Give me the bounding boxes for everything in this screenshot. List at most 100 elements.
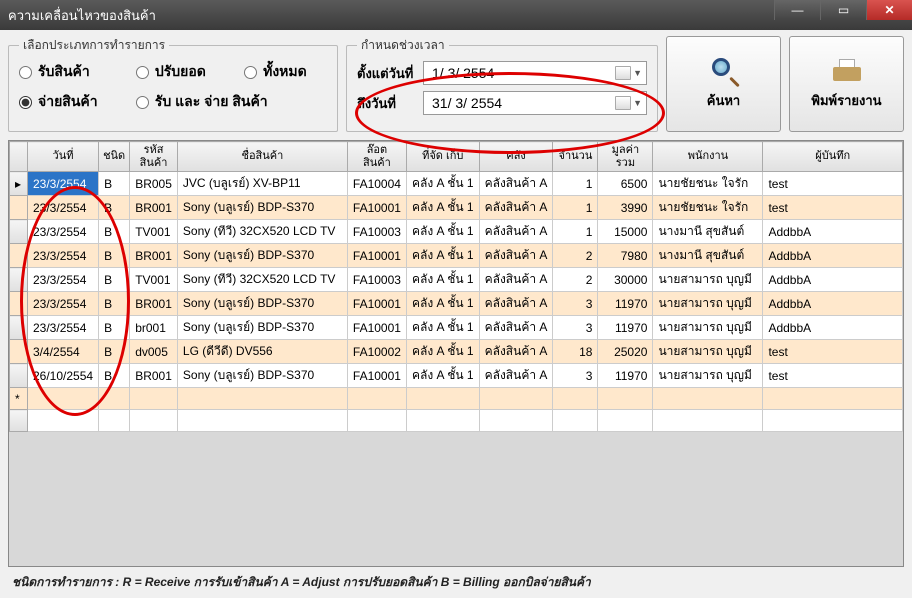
cell-qty[interactable]: 1 (553, 196, 598, 220)
cell-qty[interactable]: 3 (553, 364, 598, 388)
cell-lot[interactable]: FA10003 (347, 220, 406, 244)
col-qty[interactable]: จำนวน (553, 142, 598, 172)
table-row[interactable]: 3/4/2554Bdv005LG (ดีวีดี) DV556FA10002คล… (10, 340, 903, 364)
cell-user[interactable]: test (763, 196, 903, 220)
cell-date[interactable]: 23/3/2554 (28, 196, 99, 220)
cell-staff[interactable]: นายสามารถ บุญมี (653, 268, 763, 292)
search-button[interactable]: ค้นหา (666, 36, 781, 132)
cell-code[interactable]: BR001 (130, 364, 178, 388)
cell-type[interactable]: B (99, 244, 130, 268)
cell-qty[interactable]: 18 (553, 340, 598, 364)
cell-wh[interactable]: คลังสินค้า A (479, 244, 553, 268)
cell-lot[interactable]: FA10001 (347, 196, 406, 220)
cell-lot[interactable]: FA10002 (347, 340, 406, 364)
cell-shelf[interactable]: คลัง A ชั้น 1 (406, 268, 479, 292)
col-lot[interactable]: ล๊อต สินค้า (347, 142, 406, 172)
radio-adjust[interactable]: ปรับยอด (136, 61, 226, 83)
table-row[interactable]: 23/3/2554BBR001Sony (บลูเรย์) BDP-S370FA… (10, 244, 903, 268)
cell-wh[interactable]: คลังสินค้า A (479, 268, 553, 292)
radio-receive[interactable]: รับสินค้า (19, 61, 118, 83)
cell-date[interactable]: 23/3/2554 (28, 172, 99, 196)
cell-name[interactable]: Sony (ทีวี) 32CX520 LCD TV (177, 268, 347, 292)
maximize-button[interactable]: ▭ (820, 0, 866, 20)
cell-user[interactable]: AddbbA (763, 316, 903, 340)
cell-staff[interactable]: นายชัยชนะ ใจรัก (653, 196, 763, 220)
cell-wh[interactable]: คลังสินค้า A (479, 364, 553, 388)
cell-total[interactable]: 11970 (598, 364, 653, 388)
cell-shelf[interactable]: คลัง A ชั้น 1 (406, 316, 479, 340)
cell-total[interactable]: 7980 (598, 244, 653, 268)
cell-wh[interactable]: คลังสินค้า A (479, 196, 553, 220)
cell-lot[interactable]: FA10001 (347, 244, 406, 268)
cell-lot[interactable]: FA10003 (347, 268, 406, 292)
cell-total[interactable]: 11970 (598, 292, 653, 316)
cell-qty[interactable]: 3 (553, 316, 598, 340)
cell-staff[interactable]: นายชัยชนะ ใจรัก (653, 172, 763, 196)
cell-name[interactable]: Sony (บลูเรย์) BDP-S370 (177, 196, 347, 220)
col-total[interactable]: มูลค่า รวม (598, 142, 653, 172)
cell-type[interactable]: B (99, 172, 130, 196)
cell-name[interactable]: Sony (บลูเรย์) BDP-S370 (177, 364, 347, 388)
cell-qty[interactable]: 3 (553, 292, 598, 316)
cell-code[interactable]: BR001 (130, 244, 178, 268)
new-row[interactable]: * (10, 388, 903, 410)
cell-total[interactable]: 11970 (598, 316, 653, 340)
cell-qty[interactable]: 2 (553, 244, 598, 268)
cell-staff[interactable]: นายสามารถ บุญมี (653, 292, 763, 316)
cell-shelf[interactable]: คลัง A ชั้น 1 (406, 196, 479, 220)
cell-date[interactable]: 23/3/2554 (28, 244, 99, 268)
cell-lot[interactable]: FA10001 (347, 316, 406, 340)
cell-name[interactable]: Sony (ทีวี) 32CX520 LCD TV (177, 220, 347, 244)
cell-shelf[interactable]: คลัง A ชั้น 1 (406, 364, 479, 388)
cell-type[interactable]: B (99, 292, 130, 316)
cell-wh[interactable]: คลังสินค้า A (479, 292, 553, 316)
cell-wh[interactable]: คลังสินค้า A (479, 340, 553, 364)
cell-code[interactable]: BR001 (130, 196, 178, 220)
col-date[interactable]: วันที่ (28, 142, 99, 172)
cell-user[interactable]: AddbbA (763, 292, 903, 316)
cell-date[interactable]: 23/3/2554 (28, 268, 99, 292)
cell-date[interactable]: 23/3/2554 (28, 316, 99, 340)
col-shelf[interactable]: ที่จัด เก็บ (406, 142, 479, 172)
table-row[interactable]: 23/3/2554Bbr001Sony (บลูเรย์) BDP-S370FA… (10, 316, 903, 340)
cell-type[interactable]: B (99, 316, 130, 340)
cell-shelf[interactable]: คลัง A ชั้น 1 (406, 340, 479, 364)
cell-name[interactable]: LG (ดีวีดี) DV556 (177, 340, 347, 364)
cell-code[interactable]: TV001 (130, 220, 178, 244)
cell-user[interactable]: AddbbA (763, 268, 903, 292)
col-warehouse[interactable]: คลัง (479, 142, 553, 172)
cell-date[interactable]: 3/4/2554 (28, 340, 99, 364)
cell-shelf[interactable]: คลัง A ชั้น 1 (406, 172, 479, 196)
cell-lot[interactable]: FA10001 (347, 292, 406, 316)
cell-total[interactable]: 15000 (598, 220, 653, 244)
date-from-input[interactable]: 1/ 3/ 2554 ▼ (423, 61, 647, 85)
cell-shelf[interactable]: คลัง A ชั้น 1 (406, 292, 479, 316)
radio-bill[interactable]: จ่ายสินค้า (19, 91, 118, 113)
cell-shelf[interactable]: คลัง A ชั้น 1 (406, 244, 479, 268)
cell-user[interactable]: AddbbA (763, 220, 903, 244)
cell-user[interactable]: test (763, 364, 903, 388)
cell-user[interactable]: test (763, 340, 903, 364)
minimize-button[interactable]: — (774, 0, 820, 20)
cell-date[interactable]: 23/3/2554 (28, 292, 99, 316)
data-grid[interactable]: วันที่ ชนิด รหัส สินค้า ชื่อสินค้า ล๊อต … (8, 140, 904, 567)
cell-wh[interactable]: คลังสินค้า A (479, 172, 553, 196)
print-button[interactable]: พิมพ์รายงาน (789, 36, 904, 132)
cell-total[interactable]: 25020 (598, 340, 653, 364)
cell-code[interactable]: br001 (130, 316, 178, 340)
date-to-input[interactable]: 31/ 3/ 2554 ▼ (423, 91, 647, 115)
radio-receive-bill[interactable]: รับ และ จ่าย สินค้า (136, 91, 327, 113)
table-row[interactable]: 26/10/2554BBR001Sony (บลูเรย์) BDP-S370F… (10, 364, 903, 388)
cell-code[interactable]: BR005 (130, 172, 178, 196)
cell-qty[interactable]: 1 (553, 172, 598, 196)
table-row[interactable]: 23/3/2554BTV001Sony (ทีวี) 32CX520 LCD T… (10, 268, 903, 292)
cell-staff[interactable]: นางมานี สุขสันต์ (653, 244, 763, 268)
cell-shelf[interactable]: คลัง A ชั้น 1 (406, 220, 479, 244)
cell-staff[interactable]: นางมานี สุขสันต์ (653, 220, 763, 244)
cell-name[interactable]: Sony (บลูเรย์) BDP-S370 (177, 292, 347, 316)
col-type[interactable]: ชนิด (99, 142, 130, 172)
cell-type[interactable]: B (99, 196, 130, 220)
col-code[interactable]: รหัส สินค้า (130, 142, 178, 172)
close-button[interactable]: ✕ (866, 0, 912, 20)
cell-type[interactable]: B (99, 268, 130, 292)
